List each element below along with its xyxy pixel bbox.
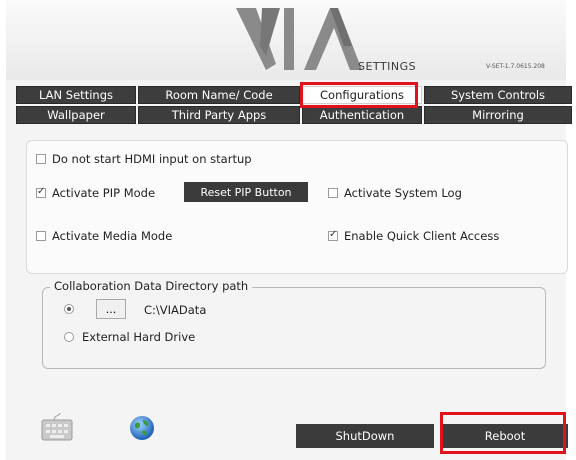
media-mode-checkbox[interactable]: [36, 231, 46, 241]
option-pip[interactable]: Activate PIP Mode: [36, 186, 155, 200]
tab-mirroring[interactable]: Mirroring: [424, 106, 572, 124]
tab-system-controls[interactable]: System Controls: [424, 86, 572, 104]
option-hdmi[interactable]: Do not start HDMI input on startup: [36, 152, 252, 166]
external-drive-label: External Hard Drive: [82, 330, 196, 344]
system-log-label: Activate System Log: [344, 186, 462, 200]
hdmi-label: Do not start HDMI input on startup: [52, 152, 252, 166]
tab-room-name-code[interactable]: Room Name/ Code: [138, 86, 300, 104]
reboot-button[interactable]: Reboot: [442, 424, 568, 448]
path-value: C:\VIAData: [144, 303, 207, 317]
radio-external-drive[interactable]: [64, 332, 74, 342]
radio-path-row[interactable]: [64, 304, 88, 314]
tab-third-party-apps[interactable]: Third Party Apps: [138, 106, 300, 124]
reset-pip-button[interactable]: Reset PIP Button: [184, 182, 308, 202]
tab-lan-settings[interactable]: LAN Settings: [16, 86, 136, 104]
option-system-log[interactable]: Activate System Log: [328, 186, 462, 200]
option-media-mode[interactable]: Activate Media Mode: [36, 229, 172, 243]
hdmi-checkbox[interactable]: [36, 154, 46, 164]
quick-client-access-checkbox[interactable]: [328, 229, 338, 241]
globe-icon[interactable]: [128, 414, 156, 442]
keyboard-icon[interactable]: [40, 412, 74, 442]
collaboration-legend: Collaboration Data Directory path: [50, 279, 253, 293]
system-log-checkbox[interactable]: [328, 188, 338, 198]
pip-label: Activate PIP Mode: [52, 186, 156, 200]
browse-button[interactable]: ...: [96, 299, 126, 319]
tab-authentication[interactable]: Authentication: [302, 106, 422, 124]
tab-wallpaper[interactable]: Wallpaper: [16, 106, 136, 124]
media-mode-label: Activate Media Mode: [52, 229, 173, 243]
tab-configurations[interactable]: Configurations: [302, 86, 422, 104]
radio-external-row[interactable]: External Hard Drive: [64, 330, 195, 344]
shutdown-button[interactable]: ShutDown: [296, 424, 434, 448]
version-text: V-SET-1.7.0615.208: [486, 63, 545, 70]
pip-checkbox[interactable]: [36, 186, 46, 198]
quick-client-access-label: Enable Quick Client Access: [344, 229, 500, 243]
option-quick-client-access[interactable]: Enable Quick Client Access: [328, 229, 499, 243]
settings-window: SETTINGS V-SET-1.7.0615.208 LAN Settings…: [6, 0, 572, 460]
header: SETTINGS V-SET-1.7.0615.208: [6, 0, 566, 80]
via-logo: [236, 8, 362, 70]
settings-label: SETTINGS: [358, 60, 417, 73]
radio-path[interactable]: [64, 304, 74, 314]
